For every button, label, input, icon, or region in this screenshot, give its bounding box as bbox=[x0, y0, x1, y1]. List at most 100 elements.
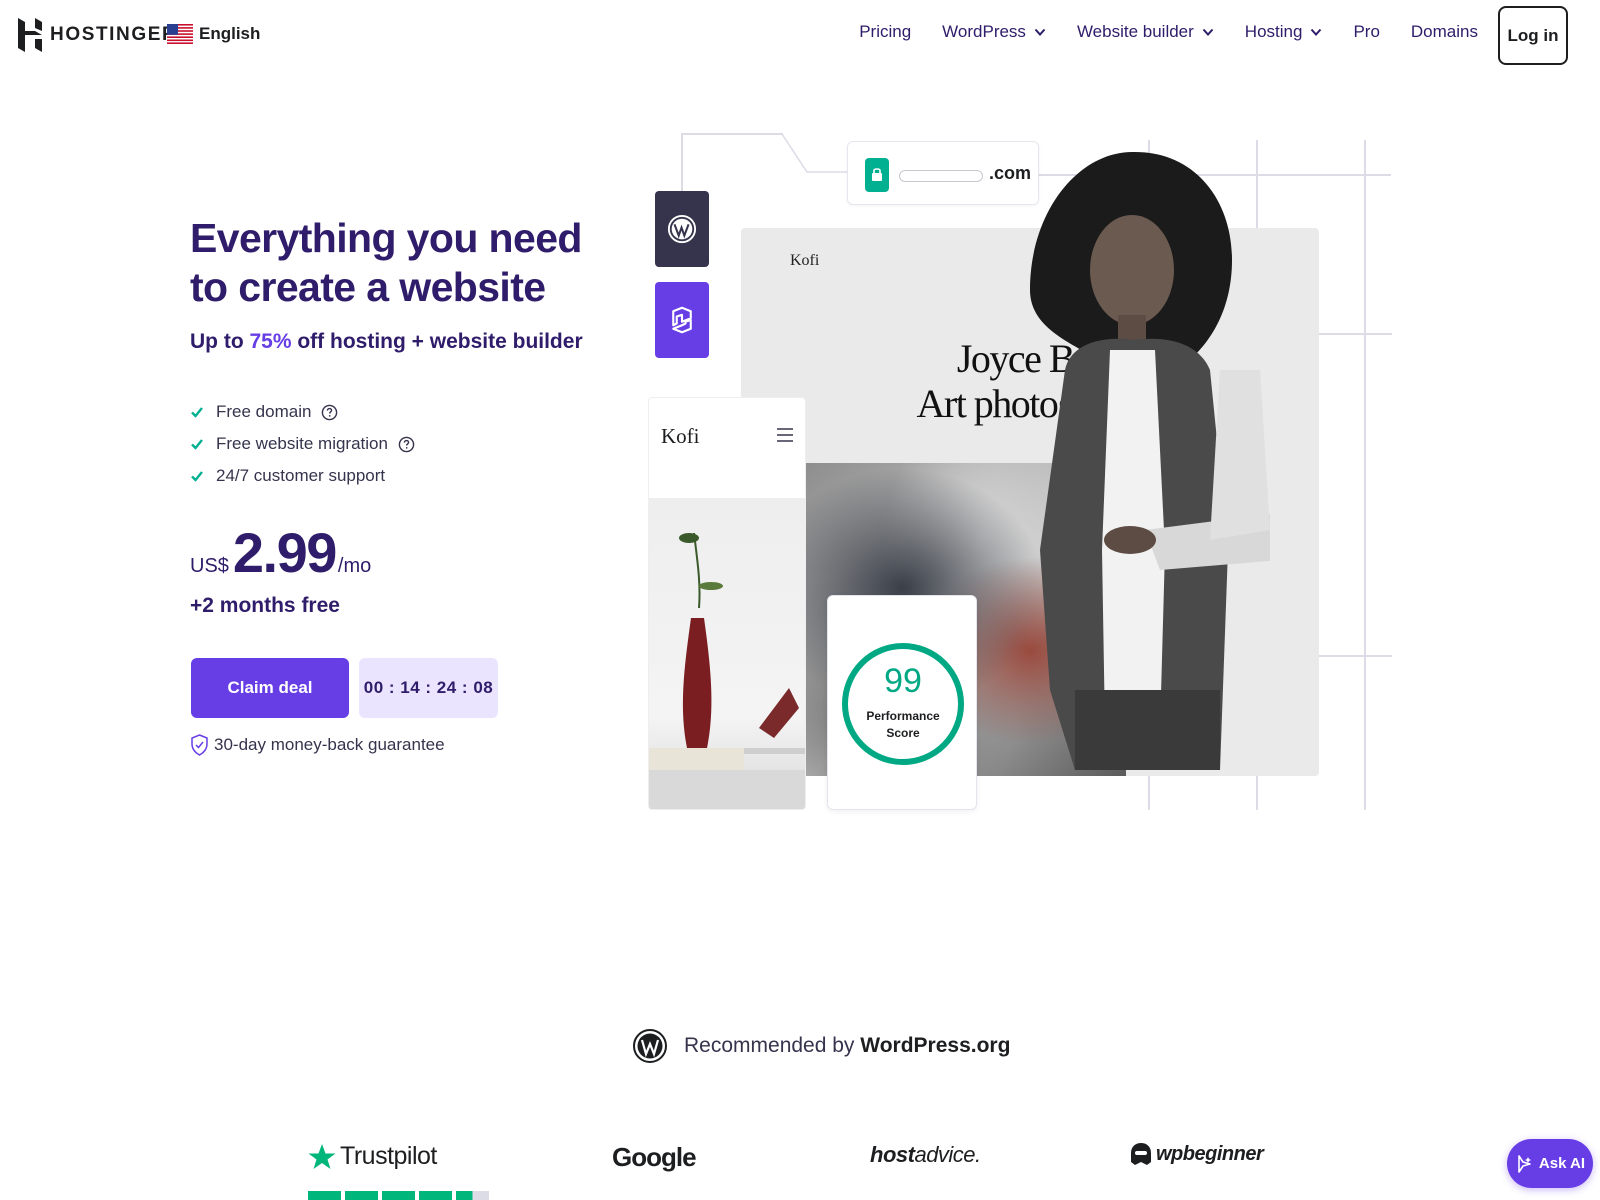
rating-star-box bbox=[419, 1191, 452, 1200]
rating-star-box bbox=[345, 1191, 378, 1200]
wordpress-logo-icon bbox=[633, 1029, 667, 1063]
connector-line bbox=[782, 133, 848, 173]
countdown-timer: 00 : 14 : 24 : 08 bbox=[359, 658, 498, 718]
score-label: Performance Score bbox=[828, 708, 978, 742]
feature-label: 24/7 customer support bbox=[216, 466, 386, 485]
guarantee-label: 30-day money-back guarantee bbox=[214, 735, 445, 754]
rating-star-box bbox=[382, 1191, 415, 1200]
hostadvice-suffix: advice. bbox=[914, 1142, 981, 1167]
hero-subtitle: Up to 75% off hosting + website builder bbox=[190, 330, 583, 354]
nav-label: WordPress bbox=[942, 22, 1026, 41]
performance-score-card: 99 Performance Score bbox=[827, 595, 977, 810]
review-wpbeginner[interactable]: wpbeginner bbox=[1130, 1142, 1264, 1166]
review-hostadvice[interactable]: hostadvice. bbox=[870, 1142, 981, 1168]
grid-line bbox=[681, 133, 783, 135]
chevron-down-icon bbox=[1034, 28, 1046, 36]
feature-label: Free website migration bbox=[216, 434, 388, 453]
ask-ai-label: Ask AI bbox=[1538, 1155, 1586, 1172]
wordpress-icon bbox=[667, 214, 697, 244]
grid-line bbox=[1364, 140, 1366, 810]
price-value: 2.99 bbox=[232, 521, 338, 584]
help-icon[interactable] bbox=[398, 436, 415, 453]
feature-list: Free domain Free website migration 24/7 … bbox=[190, 396, 415, 492]
hamburger-menu-icon bbox=[777, 428, 793, 442]
grid-line bbox=[681, 133, 683, 191]
wpbeginner-icon bbox=[1131, 1143, 1151, 1165]
nav-label: Hosting bbox=[1244, 22, 1303, 41]
hostinger-logo[interactable]: HOSTINGER bbox=[18, 18, 177, 52]
trustpilot-rating-bar bbox=[308, 1191, 489, 1200]
score-label-line-1: Performance bbox=[866, 709, 940, 723]
check-icon bbox=[191, 439, 203, 450]
us-flag-icon bbox=[167, 24, 193, 44]
feature-item-free-migration: Free website migration bbox=[190, 428, 415, 460]
recommended-text: Recommended by WordPress.org bbox=[684, 1034, 1010, 1058]
language-selector[interactable]: English bbox=[167, 24, 260, 44]
website-builder-icon bbox=[672, 306, 692, 334]
check-icon bbox=[191, 471, 203, 482]
ask-ai-button[interactable]: Ask AI bbox=[1507, 1139, 1593, 1188]
score-value: 99 bbox=[884, 662, 922, 700]
hero-illustration: .com Kofi Joyce Beale, Art photograph Ko… bbox=[640, 130, 1400, 820]
trustpilot-label: Trustpilot bbox=[340, 1142, 437, 1170]
hero-title: Everything you need to create a website bbox=[190, 215, 582, 310]
subtitle-suffix: off hosting + website builder bbox=[291, 330, 583, 353]
feature-item-free-domain: Free domain bbox=[190, 396, 415, 428]
mobile-brand: Kofi bbox=[661, 424, 700, 448]
bonus-months: +2 months free bbox=[190, 594, 340, 617]
nav-hosting[interactable]: Hosting bbox=[1245, 22, 1323, 42]
price-currency: US$ bbox=[190, 555, 229, 577]
login-button[interactable]: Log in bbox=[1498, 6, 1568, 65]
price: US$ 2.99 /mo bbox=[190, 520, 371, 585]
hostadvice-prefix: host bbox=[870, 1142, 915, 1167]
nav-wordpress[interactable]: WordPress bbox=[942, 22, 1046, 42]
nav-domains[interactable]: Domains bbox=[1411, 22, 1478, 42]
trustpilot-star-icon bbox=[308, 1143, 336, 1169]
nav-label: Pro bbox=[1353, 22, 1380, 41]
hostadvice-logo: hostadvice. bbox=[870, 1142, 981, 1168]
feature-label: Free domain bbox=[216, 402, 312, 421]
chevron-down-icon bbox=[1202, 28, 1214, 36]
help-icon[interactable] bbox=[321, 404, 338, 421]
site-brand: Kofi bbox=[790, 252, 820, 269]
woman-with-laptop-image bbox=[1030, 151, 1270, 770]
wpbeginner-label: wpbeginner bbox=[1156, 1142, 1264, 1165]
recommended-org: WordPress.org bbox=[860, 1034, 1011, 1057]
brand-name: HOSTINGER bbox=[50, 24, 178, 45]
score-ring bbox=[842, 643, 964, 765]
claim-deal-button[interactable]: Claim deal bbox=[191, 658, 349, 718]
nav-website-builder[interactable]: Website builder bbox=[1077, 22, 1214, 42]
recommended-prefix: Recommended by bbox=[684, 1034, 861, 1057]
subtitle-prefix: Up to bbox=[190, 330, 250, 353]
feature-item-support: 24/7 customer support bbox=[190, 460, 415, 492]
nav-label: Pricing bbox=[859, 22, 912, 41]
rating-star-box bbox=[308, 1191, 341, 1200]
google-logo: Google bbox=[612, 1142, 697, 1172]
money-back-guarantee: 30-day money-back guarantee bbox=[191, 734, 445, 756]
hostinger-h-icon bbox=[18, 18, 42, 52]
recommended-by-wordpress: Recommended by WordPress.org bbox=[632, 1028, 1010, 1064]
mobile-preview-card: Kofi bbox=[648, 397, 806, 810]
main-nav: Pricing WordPress Website builder Hostin… bbox=[859, 22, 1478, 42]
shield-check-icon bbox=[191, 734, 208, 756]
nav-pricing[interactable]: Pricing bbox=[859, 22, 911, 42]
nav-pro[interactable]: Pro bbox=[1353, 22, 1379, 42]
vase-photo-image bbox=[649, 498, 805, 809]
discount-highlight: 75% bbox=[249, 330, 292, 353]
rating-star-box bbox=[456, 1191, 489, 1200]
wordpress-tile bbox=[655, 191, 709, 267]
nav-label: Website builder bbox=[1076, 22, 1194, 41]
site-header: HOSTINGER English Pricing WordPress Webs… bbox=[0, 0, 1600, 72]
nav-label: Domains bbox=[1410, 22, 1478, 41]
grid-line bbox=[1319, 333, 1392, 335]
grid-line bbox=[1319, 655, 1392, 657]
sparkle-icon bbox=[1518, 1154, 1531, 1173]
review-trustpilot[interactable]: Trustpilot bbox=[308, 1142, 437, 1171]
check-icon bbox=[191, 407, 203, 418]
score-label-line-2: Score bbox=[886, 726, 920, 740]
price-period: /mo bbox=[337, 555, 372, 577]
chevron-down-icon bbox=[1311, 28, 1322, 36]
language-label: English bbox=[199, 24, 261, 43]
hostinger-builder-tile bbox=[655, 282, 709, 358]
review-google[interactable]: Google bbox=[612, 1142, 697, 1173]
